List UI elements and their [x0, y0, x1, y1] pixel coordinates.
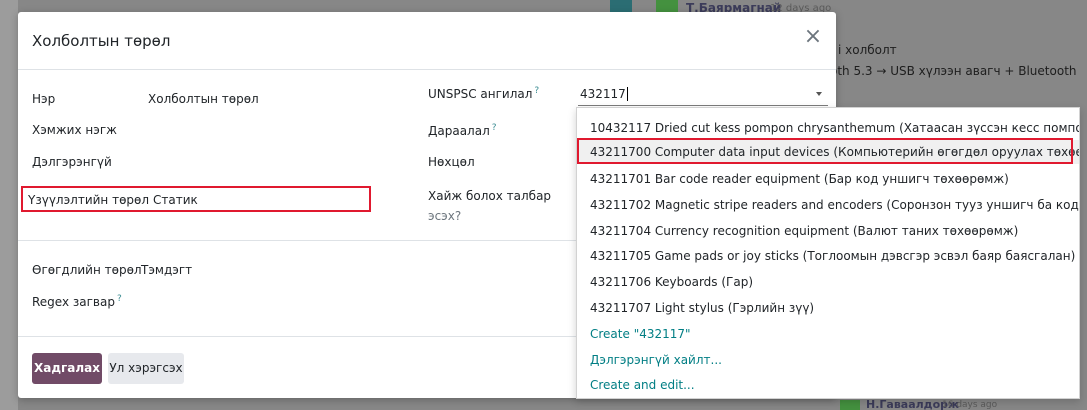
save-button[interactable]: Хадгалах [32, 353, 102, 384]
regex-label: Regex загвар? [32, 294, 122, 309]
regex-label-text: Regex загвар [32, 295, 115, 309]
dropdown-option[interactable]: 43211704 Currency recognition equipment … [577, 219, 1079, 243]
advanced-search-link[interactable]: Дэлгэрэнгүй хайлт... [577, 348, 1079, 372]
background-text-line-2: oth 5.3 → USB хүлээн авагч + Bluetooth [830, 64, 1077, 78]
searchable-label-line-2: эсэх? [428, 209, 462, 223]
help-icon[interactable]: ? [117, 294, 122, 304]
dropdown-option[interactable]: 43211706 Keyboards (Гар) [577, 270, 1079, 294]
dropdown-option[interactable]: 43211702 Magnetic stripe readers and enc… [577, 193, 1079, 217]
uom-label: Хэмжих нэгж [32, 123, 117, 137]
background-avatar-2 [840, 400, 860, 410]
help-icon[interactable]: ? [534, 86, 539, 96]
dialog-header: Холболтын төрөл × [18, 12, 836, 70]
dropdown-option[interactable]: 10432117 Dried cut kess pompon chrysanth… [577, 116, 1079, 140]
background-text-line-1: і холболт [838, 43, 897, 57]
dropdown-option[interactable]: 43211707 Light stylus (Гэрлийн зүү) [577, 296, 1079, 320]
name-label: Нэр [32, 92, 56, 106]
help-icon[interactable]: ? [492, 123, 497, 133]
chevron-down-icon[interactable] [816, 92, 822, 96]
data-type-label: Өгөгдлийн төрөл [32, 263, 142, 277]
unspsc-label-text: UNSPSC ангилал [428, 87, 533, 101]
unspsc-input[interactable]: 432117 [578, 84, 828, 106]
name-value[interactable]: Холболтын төрөл [148, 92, 259, 106]
selected-option-highlight [577, 138, 1073, 164]
description-label: Дэлгэрэнгүй [32, 155, 112, 169]
text-cursor [626, 87, 628, 101]
sequence-label-text: Дараалал [428, 124, 490, 138]
dropdown-option[interactable]: 43211705 Game pads or joy sticks (Тоглоо… [577, 244, 1079, 268]
unspsc-input-value: 432117 [580, 87, 626, 101]
unspsc-autocomplete-dropdown: 10432117 Dried cut kess pompon chrysanth… [576, 107, 1080, 399]
dialog-title: Холболтын төрөл [32, 32, 171, 50]
background-left-strip [0, 0, 18, 410]
sequence-label: Дараалал? [428, 123, 497, 138]
discard-button[interactable]: Ул хэрэгсэх [108, 353, 184, 384]
condition-label: Нөхцөл [428, 155, 475, 169]
close-icon[interactable]: × [802, 26, 824, 48]
background-time-2: 16 days ago [942, 400, 998, 410]
create-option-link[interactable]: Create "432117" [577, 322, 1079, 346]
create-and-edit-link[interactable]: Create and edit... [577, 373, 1079, 397]
attribute-type-highlight [21, 186, 371, 212]
data-type-value[interactable]: Тэмдэгт [141, 263, 192, 277]
searchable-label: Хайж болох талбар [428, 189, 552, 203]
dropdown-option[interactable]: 43211701 Bar code reader equipment (Бар … [577, 167, 1079, 191]
unspsc-label: UNSPSC ангилал? [428, 86, 539, 101]
